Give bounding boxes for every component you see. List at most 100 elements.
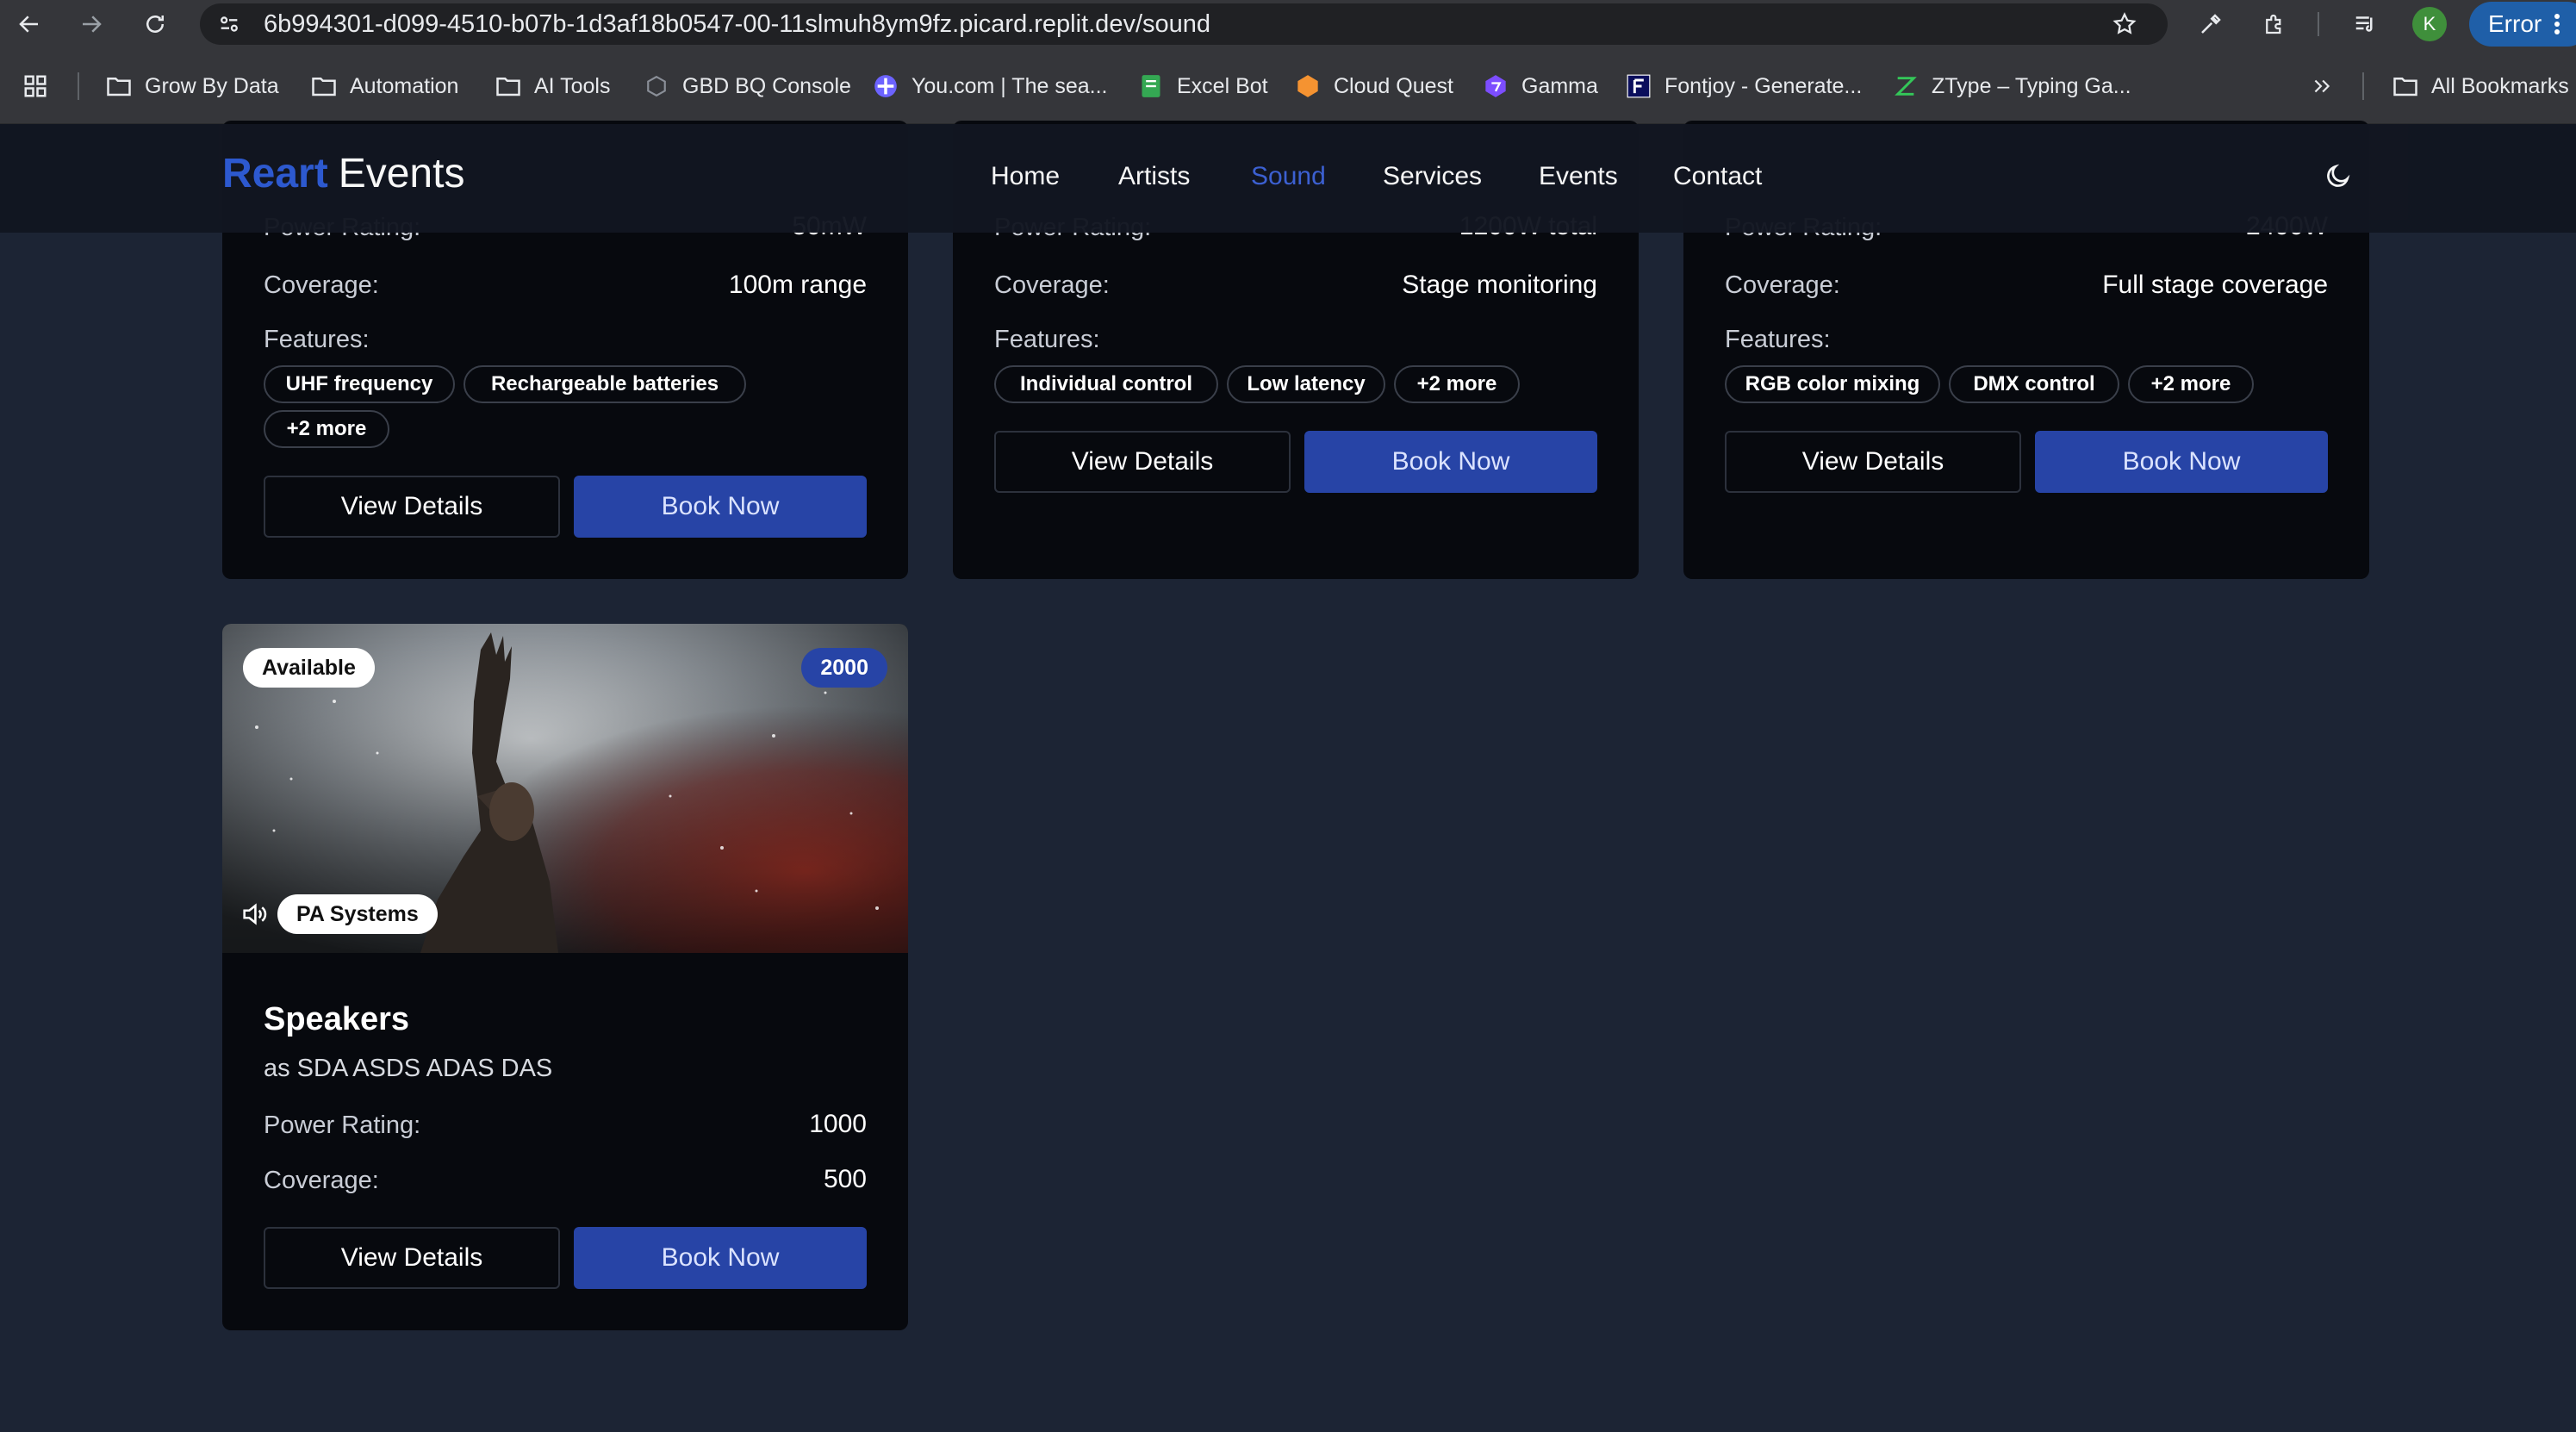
bookmark-ai-tools[interactable]: AI Tools xyxy=(495,67,610,105)
bookmark-ztype[interactable]: ZType – Typing Ga... xyxy=(1892,67,2131,105)
excel-bot-icon xyxy=(1137,72,1165,100)
folder-icon xyxy=(2392,72,2419,100)
bookmark-gamma[interactable]: Gamma xyxy=(1482,67,1598,105)
coverage-label: Coverage: xyxy=(264,1167,379,1194)
nav-contact[interactable]: Contact xyxy=(1673,162,1762,191)
profile-avatar[interactable]: K xyxy=(2412,7,2447,41)
back-icon[interactable] xyxy=(12,7,47,41)
extensions-puzzle-icon[interactable] xyxy=(2257,7,2292,41)
coverage-value: 100m range xyxy=(728,271,867,299)
book-now-button[interactable]: Book Now xyxy=(574,1227,867,1289)
feature-chip-more: +2 more xyxy=(2128,365,2254,403)
status-badge: Available xyxy=(243,648,375,688)
toolbar-divider xyxy=(2318,12,2319,36)
book-now-button[interactable]: Book Now xyxy=(1304,431,1597,493)
folder-icon xyxy=(105,72,133,100)
bookmark-excel-bot[interactable]: Excel Bot xyxy=(1137,67,1268,105)
feature-chip: Rechargeable batteries xyxy=(464,365,746,403)
gamma-icon xyxy=(1482,72,1509,100)
bookmark-grow-by-data[interactable]: Grow By Data xyxy=(105,67,279,105)
error-button[interactable]: Error xyxy=(2469,2,2576,47)
bookmark-label: Cloud Quest xyxy=(1334,73,1453,98)
folder-icon xyxy=(310,72,338,100)
bookmarks-divider xyxy=(78,72,79,100)
view-details-button[interactable]: View Details xyxy=(994,431,1291,493)
bookmark-label: Grow By Data xyxy=(145,73,279,98)
sound-card-speakers: Available 2000 PA Systems Speakers as SD… xyxy=(222,624,908,1330)
bookmark-fontjoy[interactable]: Fontjoy - Generate... xyxy=(1625,67,1862,105)
bookmark-label: Gamma xyxy=(1521,73,1598,98)
moon-icon[interactable] xyxy=(2321,159,2355,193)
bigquery-icon xyxy=(643,72,670,100)
site-logo[interactable]: Reart Events xyxy=(222,150,464,197)
feature-chip: UHF frequency xyxy=(264,365,455,403)
year-badge: 2000 xyxy=(801,648,887,688)
bookmark-youcom[interactable]: You.com | The sea... xyxy=(872,67,1107,105)
more-bookmarks-chevron-icon[interactable] xyxy=(2311,67,2333,105)
book-now-button[interactable]: Book Now xyxy=(574,476,867,538)
coverage-value: Full stage coverage xyxy=(2102,271,2328,299)
feature-chip: RGB color mixing xyxy=(1725,365,1940,403)
kebab-menu-icon xyxy=(2554,14,2560,34)
features-label: Features: xyxy=(994,326,1100,353)
youcom-icon xyxy=(872,72,899,100)
nav-sound[interactable]: Sound xyxy=(1251,162,1326,191)
logo-word: Events xyxy=(338,151,465,196)
coverage-value: 500 xyxy=(823,1165,867,1193)
site-info-icon[interactable] xyxy=(212,7,246,41)
book-now-button[interactable]: Book Now xyxy=(2035,431,2328,493)
apps-grid-icon[interactable] xyxy=(22,67,48,105)
view-details-button[interactable]: View Details xyxy=(1725,431,2021,493)
coverage-label: Coverage: xyxy=(1725,271,1840,299)
bookmark-star-icon[interactable] xyxy=(2107,7,2142,41)
card-image: Available 2000 PA Systems xyxy=(222,624,908,953)
forward-icon[interactable] xyxy=(74,7,109,41)
coverage-label: Coverage: xyxy=(994,271,1110,299)
bookmark-label: AI Tools xyxy=(534,73,611,98)
folder-icon xyxy=(495,72,522,100)
features-label: Features: xyxy=(264,326,370,353)
bookmark-label: Fontjoy - Generate... xyxy=(1664,73,1863,98)
nav-services[interactable]: Services xyxy=(1383,162,1482,191)
bookmarks-bar: Grow By Data Automation AI Tools GBD BQ … xyxy=(0,48,2576,124)
feature-chip-more: +2 more xyxy=(1394,365,1520,403)
all-bookmarks-folder[interactable]: All Bookmarks xyxy=(2392,67,2569,105)
nav-home[interactable]: Home xyxy=(991,162,1060,191)
feature-chip: DMX control xyxy=(1949,365,2119,403)
bookmark-gbd-bq-console[interactable]: GBD BQ Console xyxy=(643,67,851,105)
bookmark-label: Automation xyxy=(350,73,459,98)
power-rating-label: Power Rating: xyxy=(264,1111,421,1139)
bookmark-automation[interactable]: Automation xyxy=(310,67,458,105)
error-label: Error xyxy=(2488,10,2542,37)
view-details-button[interactable]: View Details xyxy=(264,476,560,538)
fontjoy-icon xyxy=(1625,72,1652,100)
all-bookmarks-label: All Bookmarks xyxy=(2431,73,2569,98)
card-description: as SDA ASDS ADAS DAS xyxy=(264,1055,553,1082)
media-queue-icon[interactable] xyxy=(2349,7,2383,41)
feature-chip: Individual control xyxy=(994,365,1218,403)
view-details-button[interactable]: View Details xyxy=(264,1227,560,1289)
logo-brand: Reart xyxy=(222,151,328,196)
bookmark-label: GBD BQ Console xyxy=(682,73,851,98)
bookmarks-divider xyxy=(2362,72,2364,100)
nav-events[interactable]: Events xyxy=(1539,162,1618,191)
power-rating-value: 1000 xyxy=(809,1110,867,1138)
bookmark-label: ZType – Typing Ga... xyxy=(1932,73,2131,98)
bookmark-label: You.com | The sea... xyxy=(912,73,1108,98)
bookmark-cloud-quest[interactable]: Cloud Quest xyxy=(1294,67,1453,105)
ztype-icon xyxy=(1892,72,1920,100)
nav-artists[interactable]: Artists xyxy=(1118,162,1190,191)
url-text[interactable]: 6b994301-d099-4510-b07b-1d3af18b0547-00-… xyxy=(264,3,1210,45)
bookmark-label: Excel Bot xyxy=(1177,73,1268,98)
speaker-icon xyxy=(240,900,269,929)
address-bar[interactable]: 6b994301-d099-4510-b07b-1d3af18b0547-00-… xyxy=(200,3,2168,45)
feature-chip-more: +2 more xyxy=(264,410,389,448)
reload-icon[interactable] xyxy=(138,7,172,41)
card-title: Speakers xyxy=(264,1001,410,1037)
features-label: Features: xyxy=(1725,326,1831,353)
coverage-value: Stage monitoring xyxy=(1402,271,1597,299)
category-badge: PA Systems xyxy=(277,894,438,934)
cloud-quest-icon xyxy=(1294,72,1322,100)
browser-toolbar: 6b994301-d099-4510-b07b-1d3af18b0547-00-… xyxy=(0,0,2576,48)
eyedropper-extension-icon[interactable] xyxy=(2193,7,2228,41)
